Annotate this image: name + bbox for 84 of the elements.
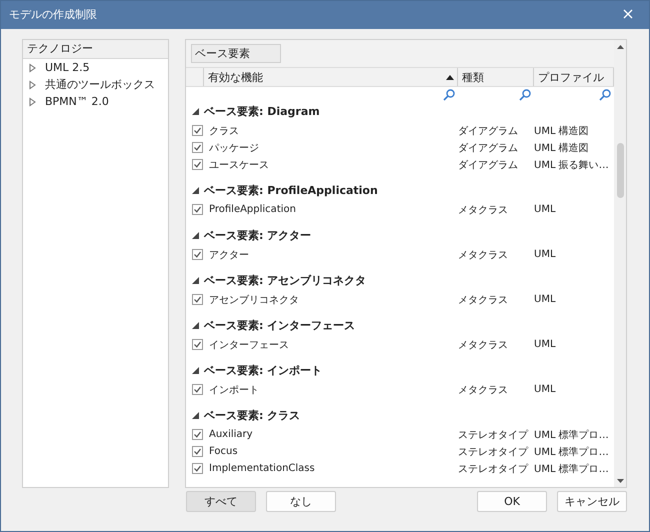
- table-cell-text: UML 標準プロ…: [534, 428, 609, 442]
- feature-name: インポート: [209, 384, 259, 396]
- collapse-icon[interactable]: [192, 277, 199, 284]
- table-cell-text: メタクラス: [458, 338, 508, 352]
- group-header: ベース要素: ProfileApplication: [204, 183, 378, 198]
- column-label: プロファイル: [538, 70, 604, 84]
- table-cell-text: UML 構造図: [534, 124, 589, 138]
- checkbox[interactable]: [192, 446, 203, 457]
- dialog-button[interactable]: なし: [266, 491, 336, 512]
- checkbox[interactable]: [192, 463, 203, 474]
- tree-item[interactable]: BPMN™ 2.0: [45, 95, 109, 108]
- table-cell: UML: [534, 384, 556, 395]
- table-cell-text: UML 標準プロ…: [534, 446, 609, 458]
- table-cell-text: UML 構造図: [534, 142, 589, 154]
- table-cell-text: メタクラス: [458, 248, 508, 262]
- collapse-icon[interactable]: [192, 367, 199, 374]
- table-cell-text: UML 振る舞い…: [534, 158, 609, 172]
- table-cell-text: ステレオタイプ: [458, 462, 528, 476]
- feature-name: Auxiliary: [209, 429, 253, 440]
- checkbox[interactable]: [192, 339, 203, 350]
- scroll-thumb[interactable]: [616, 143, 624, 198]
- group-header: ベース要素: インターフェース: [204, 318, 356, 333]
- table-cell-text: メタクラス: [458, 384, 508, 396]
- table-cell-text: UML 標準プロ…: [534, 462, 609, 476]
- search-icon[interactable]: [599, 89, 611, 101]
- feature-name: インターフェース: [209, 338, 289, 352]
- tree-item[interactable]: 共通のツールボックス: [45, 77, 155, 92]
- dialog-button[interactable]: OK: [477, 491, 547, 512]
- feature-name: Focus: [209, 446, 238, 457]
- collapse-icon[interactable]: [192, 232, 199, 239]
- feature-name: アクター: [209, 248, 249, 262]
- group-header: ベース要素: アセンブリコネクタ: [204, 273, 366, 288]
- checkbox[interactable]: [192, 204, 203, 215]
- table-cell-text: ダイアグラム: [458, 142, 518, 154]
- feature-name: ユースケース: [209, 158, 269, 172]
- collapse-icon[interactable]: [192, 108, 199, 115]
- scrollbar[interactable]: [614, 40, 626, 487]
- dialog-button[interactable]: キャンセル: [557, 491, 627, 512]
- close-icon[interactable]: [623, 9, 633, 19]
- table-cell-text: ステレオタイプ: [458, 446, 528, 458]
- table-cell-text: メタクラス: [458, 204, 508, 216]
- tree-item[interactable]: UML 2.5: [45, 61, 90, 74]
- group-header: ベース要素: インポート: [204, 363, 322, 378]
- checkbox[interactable]: [192, 294, 203, 305]
- group-header: ベース要素: クラス: [204, 408, 300, 423]
- feature-name: アセンブリコネクタ: [209, 294, 299, 306]
- table-cell: UML: [534, 249, 556, 260]
- feature-name: ProfileApplication: [209, 204, 296, 215]
- collapse-icon[interactable]: [192, 412, 199, 419]
- group-by-box[interactable]: ベース要素: [191, 44, 281, 63]
- checkbox[interactable]: [192, 384, 203, 395]
- table-cell: UML: [534, 339, 556, 350]
- table-cell-text: ステレオタイプ: [458, 428, 528, 442]
- checkbox[interactable]: [192, 159, 203, 170]
- table-cell-text: ダイアグラム: [458, 158, 518, 172]
- expand-icon[interactable]: [28, 80, 37, 90]
- group-header: ベース要素: アクター: [204, 228, 312, 243]
- panel-header: テクノロジー: [23, 40, 168, 59]
- window-title: モデルの作成制限: [9, 6, 97, 22]
- scroll-down-icon: [616, 479, 624, 483]
- expand-icon[interactable]: [28, 96, 37, 106]
- table-cell: UML: [534, 204, 556, 215]
- collapse-icon[interactable]: [192, 322, 199, 329]
- table-cell-text: ダイアグラム: [458, 124, 518, 138]
- collapse-icon[interactable]: [192, 187, 199, 194]
- search-icon[interactable]: [443, 89, 455, 101]
- group-header: ベース要素: Diagram: [204, 104, 320, 119]
- feature-name: パッケージ: [209, 142, 259, 154]
- feature-name: ImplementationClass: [209, 463, 315, 474]
- table-cell: UML: [534, 294, 556, 305]
- checkbox[interactable]: [192, 249, 203, 260]
- column-header[interactable]: 有効な機能: [204, 68, 458, 86]
- checkbox[interactable]: [192, 142, 203, 153]
- feature-name: クラス: [209, 124, 239, 138]
- column-label: 種類: [462, 70, 484, 84]
- dialog-button[interactable]: すべて: [186, 491, 256, 512]
- column-header[interactable]: 種類: [458, 68, 534, 86]
- column-label: 有効な機能: [208, 70, 263, 84]
- table-cell-text: メタクラス: [458, 294, 508, 306]
- search-icon[interactable]: [519, 89, 531, 101]
- expand-icon[interactable]: [28, 62, 37, 72]
- checkbox[interactable]: [192, 125, 203, 136]
- scroll-up-icon: [616, 45, 624, 49]
- checkbox[interactable]: [192, 429, 203, 440]
